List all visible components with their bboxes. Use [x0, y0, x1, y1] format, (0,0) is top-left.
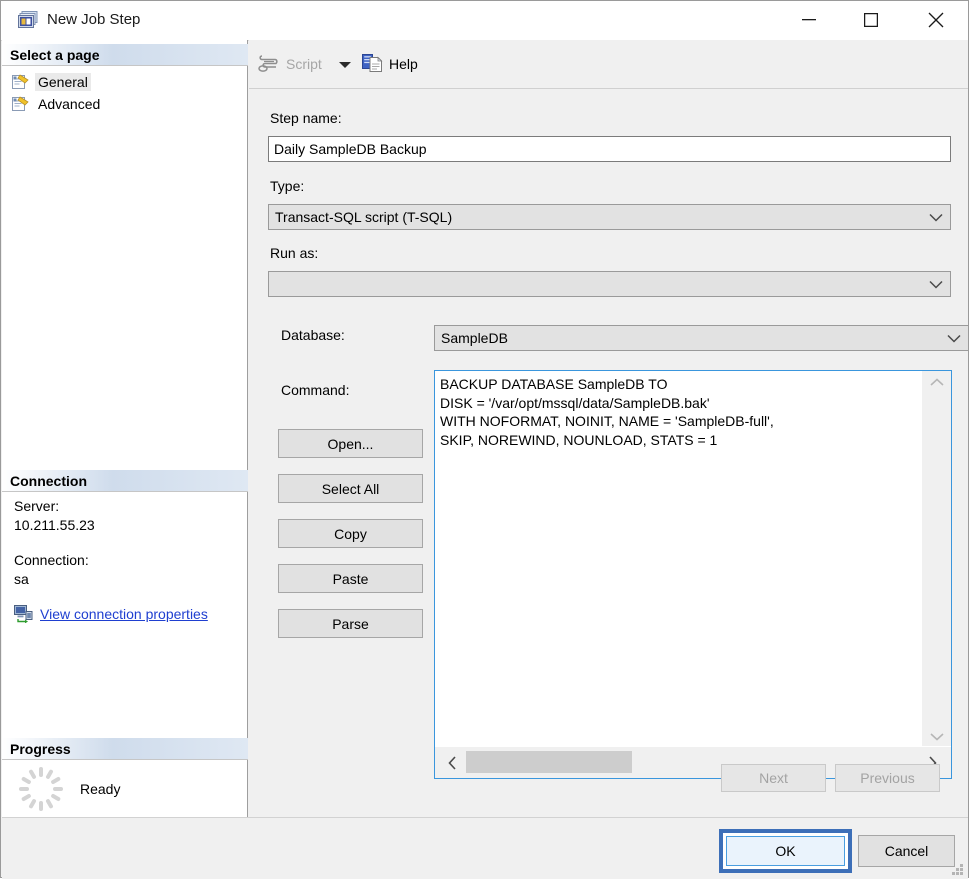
- connection-properties-icon: [14, 605, 34, 623]
- dialog-footer: OK Cancel: [2, 817, 968, 879]
- chevron-down-icon: [947, 326, 961, 350]
- database-value: SampleDB: [441, 330, 508, 346]
- server-value: 10.211.55.23: [14, 517, 95, 533]
- sidebar-item-advanced-label: Advanced: [35, 95, 103, 113]
- sidebar-item-general-label: General: [35, 73, 91, 91]
- horizontal-scroll-thumb[interactable]: [466, 751, 632, 773]
- type-value: Transact-SQL script (T-SQL): [275, 209, 452, 225]
- dialog-toolbar: Script: [249, 40, 968, 89]
- paste-button[interactable]: Paste: [278, 564, 423, 593]
- database-dropdown[interactable]: SampleDB: [434, 325, 969, 351]
- cancel-button[interactable]: Cancel: [858, 835, 955, 867]
- run-as-label: Run as:: [270, 245, 318, 261]
- command-input[interactable]: [435, 371, 923, 747]
- progress-row: Ready: [18, 766, 120, 812]
- progress-spinner-icon: [18, 766, 64, 812]
- parse-button[interactable]: Parse: [278, 609, 423, 638]
- general-page-content: Script: [249, 40, 968, 838]
- view-connection-properties-link[interactable]: View connection properties: [40, 606, 208, 622]
- connection-value: sa: [14, 571, 29, 587]
- connection-header: Connection: [2, 470, 248, 492]
- script-icon: [258, 53, 280, 76]
- resize-grip-icon[interactable]: [951, 863, 964, 876]
- maximize-button[interactable]: [848, 1, 894, 39]
- view-connection-properties-row[interactable]: View connection properties: [14, 605, 208, 623]
- previous-button[interactable]: Previous: [835, 764, 940, 792]
- progress-header: Progress: [2, 738, 248, 760]
- sidebar-item-advanced[interactable]: Advanced: [12, 94, 103, 114]
- help-icon: [362, 53, 383, 76]
- connection-label: Connection:: [14, 552, 89, 568]
- script-dropdown-button[interactable]: [339, 52, 351, 76]
- minimize-button[interactable]: [786, 1, 832, 39]
- page-icon: [12, 96, 29, 112]
- scroll-down-icon[interactable]: [922, 725, 951, 747]
- chevron-down-icon: [929, 272, 943, 296]
- command-vertical-scrollbar[interactable]: [921, 371, 951, 747]
- command-label: Command:: [281, 382, 349, 398]
- command-editor: [434, 370, 952, 779]
- scroll-up-icon[interactable]: [922, 371, 951, 393]
- script-label: Script: [286, 56, 322, 72]
- help-button[interactable]: Help: [362, 52, 418, 76]
- step-name-input[interactable]: [268, 136, 951, 162]
- help-label: Help: [389, 56, 418, 72]
- scroll-left-icon[interactable]: [439, 747, 465, 778]
- sidebar-item-general[interactable]: General: [12, 72, 91, 92]
- window-title: New Job Step: [47, 11, 140, 28]
- type-label: Type:: [270, 178, 304, 194]
- copy-button[interactable]: Copy: [278, 519, 423, 548]
- next-button[interactable]: Next: [721, 764, 826, 792]
- new-job-step-dialog: New Job Step Select a page: [0, 0, 969, 878]
- select-all-button[interactable]: Select All: [278, 474, 423, 503]
- chevron-down-icon: [339, 56, 351, 72]
- progress-status: Ready: [80, 781, 120, 797]
- close-button[interactable]: [913, 1, 959, 39]
- run-as-dropdown[interactable]: [268, 271, 951, 297]
- job-step-icon: [18, 11, 38, 30]
- title-bar: New Job Step: [1, 1, 968, 41]
- ok-button-focus-ring: OK: [719, 829, 852, 873]
- database-label: Database:: [281, 327, 345, 343]
- select-a-page-header: Select a page: [2, 44, 248, 66]
- step-name-label: Step name:: [270, 110, 342, 126]
- ok-button[interactable]: OK: [726, 836, 845, 866]
- page-selector-panel: Select a page General: [2, 40, 248, 838]
- server-label: Server:: [14, 498, 59, 514]
- chevron-down-icon: [929, 205, 943, 229]
- script-button[interactable]: Script: [258, 52, 322, 76]
- type-dropdown[interactable]: Transact-SQL script (T-SQL): [268, 204, 951, 230]
- open-button[interactable]: Open...: [278, 429, 423, 458]
- page-icon: [12, 74, 29, 90]
